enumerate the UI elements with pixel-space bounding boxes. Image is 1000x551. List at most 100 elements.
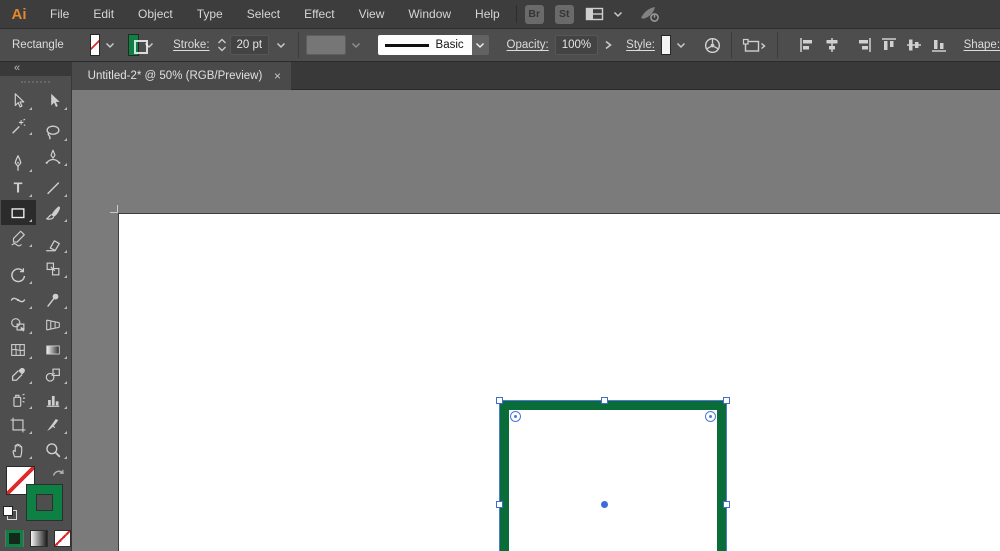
- app-logo[interactable]: Ai: [0, 6, 38, 23]
- zoom-tool[interactable]: [36, 437, 71, 462]
- stroke-color-swatch[interactable]: [128, 34, 148, 56]
- selection-handle-middle-right[interactable]: [723, 501, 730, 508]
- tool-icon: [9, 316, 27, 334]
- artboard[interactable]: [110, 205, 1000, 551]
- perspective-grid-tool[interactable]: [36, 312, 71, 337]
- width-tool[interactable]: [1, 287, 36, 312]
- blend-tool[interactable]: [36, 362, 71, 387]
- opacity-panel-link[interactable]: Opacity:: [507, 39, 549, 51]
- fill-color-swatch[interactable]: [89, 34, 101, 56]
- stroke-swatch-green[interactable]: [27, 485, 62, 520]
- line-segment-tool[interactable]: [36, 175, 71, 200]
- live-corner-widget[interactable]: [510, 411, 521, 422]
- tool-icon: [44, 416, 62, 434]
- menu-item-view[interactable]: View: [347, 0, 397, 28]
- menu-item-type[interactable]: Type: [185, 0, 235, 28]
- menu-item-edit[interactable]: Edit: [81, 0, 126, 28]
- pen-tool[interactable]: [1, 150, 36, 175]
- stroke-panel-link[interactable]: Stroke:: [173, 39, 209, 51]
- direct-selection-tool[interactable]: [36, 88, 71, 113]
- color-button[interactable]: [5, 530, 24, 547]
- document-tab[interactable]: Untitled-2* @ 50% (RGB/Preview) ×: [72, 62, 291, 90]
- puppet-warp-tool[interactable]: [36, 287, 71, 312]
- vertical-align-top-button[interactable]: [879, 35, 899, 55]
- tool-icon: [44, 341, 62, 359]
- tool-icon: [9, 154, 27, 172]
- chevron-down-icon[interactable]: [471, 35, 489, 55]
- slice-tool[interactable]: [36, 412, 71, 437]
- menu-item-file[interactable]: File: [38, 0, 81, 28]
- gpu-performance-icon[interactable]: [639, 5, 661, 23]
- canvas[interactable]: [72, 90, 1000, 551]
- menu-item-effect[interactable]: Effect: [292, 0, 346, 28]
- transform-options-button[interactable]: [741, 35, 767, 55]
- vertical-align-bottom-button[interactable]: [929, 35, 949, 55]
- lasso-tool[interactable]: [36, 119, 71, 144]
- chevron-right-icon[interactable]: [601, 38, 615, 52]
- chevron-down-icon[interactable]: [103, 39, 117, 51]
- tool-icon: [9, 366, 27, 384]
- column-graph-tool[interactable]: [36, 387, 71, 412]
- menu-bar: Ai File Edit Object Type Select Effect View Win…: [0, 0, 1000, 29]
- paintbrush-tool[interactable]: [36, 200, 71, 225]
- default-fill-stroke-icon[interactable]: [3, 506, 17, 520]
- selected-rectangle[interactable]: [496, 397, 730, 551]
- none-button[interactable]: [53, 530, 71, 547]
- recolor-artwork-button[interactable]: [703, 36, 722, 55]
- shaper-tool[interactable]: [1, 225, 36, 250]
- selection-tool[interactable]: [1, 88, 36, 113]
- gradient-tool[interactable]: [36, 337, 71, 362]
- brush-preview[interactable]: Basic: [377, 35, 472, 55]
- stroke-width-stepper[interactable]: [216, 36, 228, 54]
- shape-panel-link[interactable]: Shape:: [964, 39, 1000, 51]
- tools-panel-collapse-button[interactable]: «: [0, 62, 71, 76]
- live-corner-widget[interactable]: [705, 411, 716, 422]
- rectangle-tool[interactable]: [0, 200, 36, 225]
- tool-icon: [9, 229, 27, 247]
- selection-handle-top-right[interactable]: [723, 397, 730, 404]
- swap-fill-stroke-icon[interactable]: [51, 467, 65, 479]
- rotate-tool[interactable]: [1, 262, 36, 287]
- menu-item-select[interactable]: Select: [235, 0, 292, 28]
- style-swatch[interactable]: [660, 35, 671, 55]
- eyedropper-tool[interactable]: [1, 362, 36, 387]
- style-panel-link[interactable]: Style:: [626, 39, 655, 51]
- brush-definition-dropdown[interactable]: Basic: [377, 35, 489, 55]
- workspace-switcher-icon[interactable]: [585, 6, 605, 22]
- tools-panel-grip[interactable]: [0, 76, 71, 88]
- mesh-tool[interactable]: [1, 337, 36, 362]
- menu-item-window[interactable]: Window: [396, 0, 463, 28]
- close-icon[interactable]: ×: [274, 69, 281, 83]
- active-tool-label: Rectangle: [12, 39, 64, 51]
- chevron-down-icon[interactable]: [611, 8, 625, 20]
- magic-wand-tool[interactable]: [1, 113, 36, 138]
- opacity-field[interactable]: 100%: [554, 35, 599, 55]
- type-tool[interactable]: [1, 175, 36, 200]
- stock-button[interactable]: St: [554, 4, 574, 24]
- bridge-button[interactable]: Br: [524, 4, 544, 24]
- hand-tool[interactable]: [1, 437, 36, 462]
- menu-item-object[interactable]: Object: [126, 0, 185, 28]
- selection-handle-top-left[interactable]: [496, 397, 503, 404]
- artboard-tool[interactable]: [1, 412, 36, 437]
- artboard-corner-mark: [110, 205, 118, 213]
- symbol-sprayer-tool[interactable]: [1, 387, 36, 412]
- tool-grid: [0, 88, 71, 462]
- scale-tool[interactable]: [36, 256, 71, 281]
- selection-handle-middle-left[interactable]: [496, 501, 503, 508]
- menu-item-help[interactable]: Help: [463, 0, 512, 28]
- horizontal-align-left-button[interactable]: [797, 35, 817, 55]
- horizontal-align-right-button[interactable]: [854, 35, 874, 55]
- chevron-down-icon[interactable]: [274, 39, 288, 51]
- shape-builder-tool[interactable]: [1, 312, 36, 337]
- gradient-button[interactable]: [30, 530, 48, 547]
- vertical-align-center-button[interactable]: [904, 35, 924, 55]
- selection-handle-top-center[interactable]: [600, 397, 608, 404]
- eraser-tool[interactable]: [36, 231, 71, 256]
- horizontal-align-center-button[interactable]: [822, 35, 842, 55]
- chevron-down-icon[interactable]: [674, 39, 688, 51]
- center-point[interactable]: [600, 501, 608, 508]
- curvature-tool[interactable]: [36, 144, 71, 169]
- stroke-width-field[interactable]: 20 pt: [229, 35, 270, 55]
- color-gradient-none-row: [0, 530, 71, 547]
